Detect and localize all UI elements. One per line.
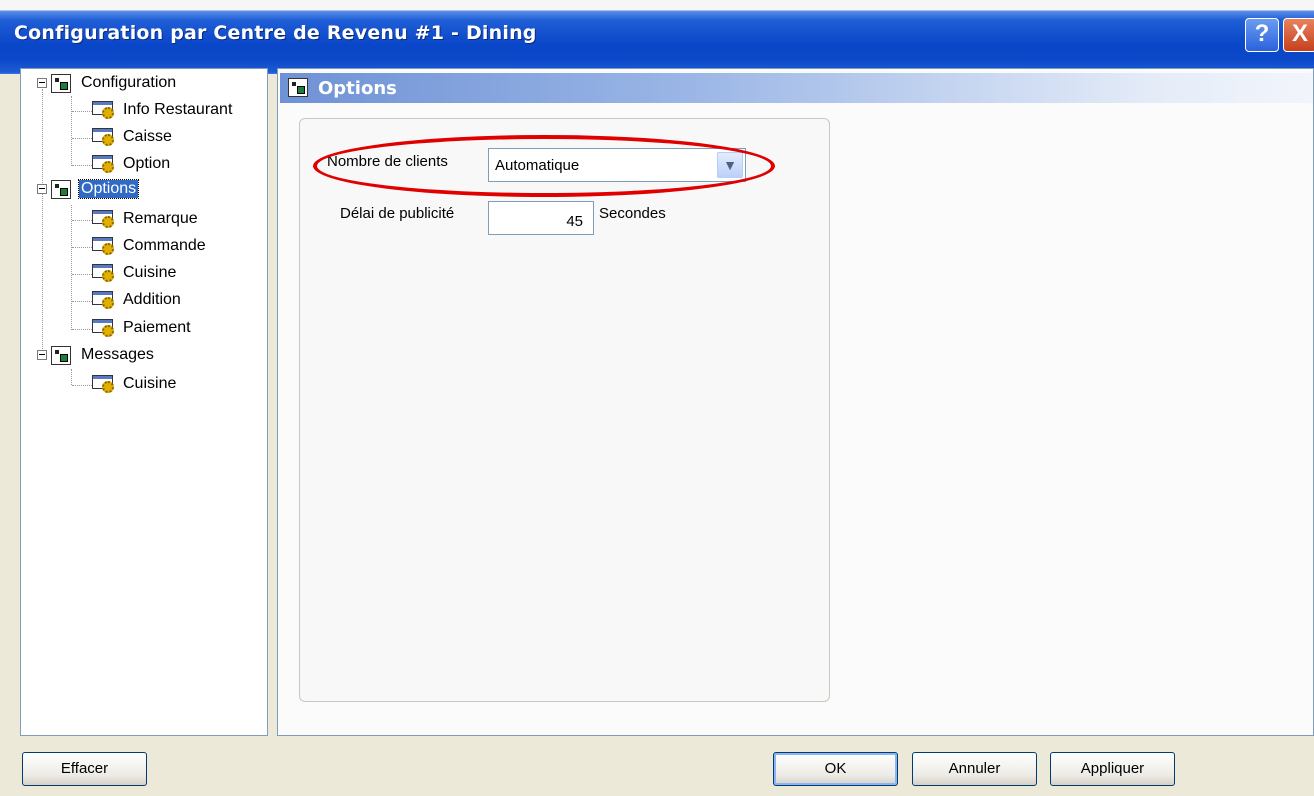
settings-page-icon	[92, 237, 115, 255]
tree-connector	[71, 369, 72, 385]
tree-node-label: Messages	[81, 346, 154, 363]
tree-item-label: Info Restaurant	[123, 101, 233, 118]
folder-tree-icon	[51, 179, 71, 199]
title-bar: Configuration par Centre de Revenu #1 - …	[0, 0, 1314, 74]
tree-node-label: Configuration	[81, 74, 177, 91]
folder-tree-icon	[51, 73, 71, 93]
collapse-icon[interactable]	[37, 184, 47, 194]
tree-connector	[72, 220, 92, 221]
tree-item-remarque[interactable]: Remarque	[92, 207, 200, 231]
tree-connector	[72, 138, 92, 139]
tree-item-option[interactable]: Option	[92, 152, 172, 176]
clients-dropdown[interactable]: Automatique ▼	[488, 148, 746, 182]
ok-button[interactable]: OK	[773, 752, 898, 786]
settings-page-icon	[92, 210, 115, 228]
tree-item-paiement[interactable]: Paiement	[92, 316, 193, 340]
tree-connector	[42, 89, 43, 359]
delay-unit-label: Secondes	[599, 205, 666, 222]
tree-item-label: Remarque	[123, 210, 198, 227]
close-button[interactable]: X	[1283, 18, 1314, 52]
options-pane: Options Nombre de clients Automatique ▼ …	[277, 68, 1314, 736]
tree-node-options[interactable]: Options	[37, 177, 140, 201]
tree-item-label: Commande	[123, 237, 206, 254]
tree-item-label: Cuisine	[123, 264, 177, 281]
collapse-icon[interactable]	[37, 350, 47, 360]
settings-page-icon	[92, 101, 115, 119]
tree-item-info-restaurant[interactable]: Info Restaurant	[92, 98, 234, 122]
tree-connector	[71, 205, 72, 330]
navigation-tree: Configuration Info Restaurant Caisse Opt…	[20, 68, 268, 736]
settings-page-icon	[92, 291, 115, 309]
clear-button[interactable]: Effacer	[22, 752, 147, 786]
settings-page-icon	[92, 375, 115, 393]
tree-connector	[72, 111, 92, 112]
settings-page-icon	[92, 128, 115, 146]
tree-item-label: Option	[123, 155, 171, 172]
tree-item-messages-cuisine[interactable]: Cuisine	[92, 372, 178, 396]
clients-dropdown-value: Automatique	[495, 157, 580, 174]
cancel-button[interactable]: Annuler	[912, 752, 1037, 786]
delay-input[interactable]: 45	[488, 201, 594, 235]
window-title: Configuration par Centre de Revenu #1 - …	[14, 22, 537, 44]
delay-input-value: 45	[566, 213, 583, 230]
tree-item-label: Paiement	[123, 319, 191, 336]
tree-connector	[72, 385, 92, 386]
folder-tree-icon	[51, 345, 71, 365]
tree-connector	[72, 274, 92, 275]
help-button[interactable]: ?	[1245, 18, 1279, 52]
clients-label: Nombre de clients	[327, 153, 448, 170]
tree-connector	[72, 165, 92, 166]
settings-page-icon	[92, 319, 115, 337]
chevron-down-icon[interactable]: ▼	[717, 152, 743, 178]
tree-item-label: Addition	[123, 291, 181, 308]
tree-item-cuisine[interactable]: Cuisine	[92, 261, 178, 285]
pane-header: Options	[280, 73, 1313, 103]
apply-button[interactable]: Appliquer	[1050, 752, 1175, 786]
settings-page-icon	[92, 155, 115, 173]
pane-title: Options	[318, 78, 397, 99]
collapse-icon[interactable]	[37, 78, 47, 88]
tree-connector	[71, 96, 72, 166]
tree-connector	[72, 329, 92, 330]
tree-node-messages[interactable]: Messages	[37, 343, 156, 367]
tree-item-label: Caisse	[123, 128, 172, 145]
tree-item-commande[interactable]: Commande	[92, 234, 208, 258]
delay-label: Délai de publicité	[340, 205, 455, 222]
tree-node-label: Options	[77, 179, 140, 199]
tree-item-label: Cuisine	[123, 375, 177, 392]
settings-page-icon	[92, 264, 115, 282]
tree-node-configuration[interactable]: Configuration	[37, 71, 178, 95]
tree-connector	[72, 301, 92, 302]
tree-item-caisse[interactable]: Caisse	[92, 125, 174, 149]
tree-item-addition[interactable]: Addition	[92, 288, 183, 312]
folder-tree-icon	[288, 78, 308, 97]
tree-connector	[72, 247, 92, 248]
